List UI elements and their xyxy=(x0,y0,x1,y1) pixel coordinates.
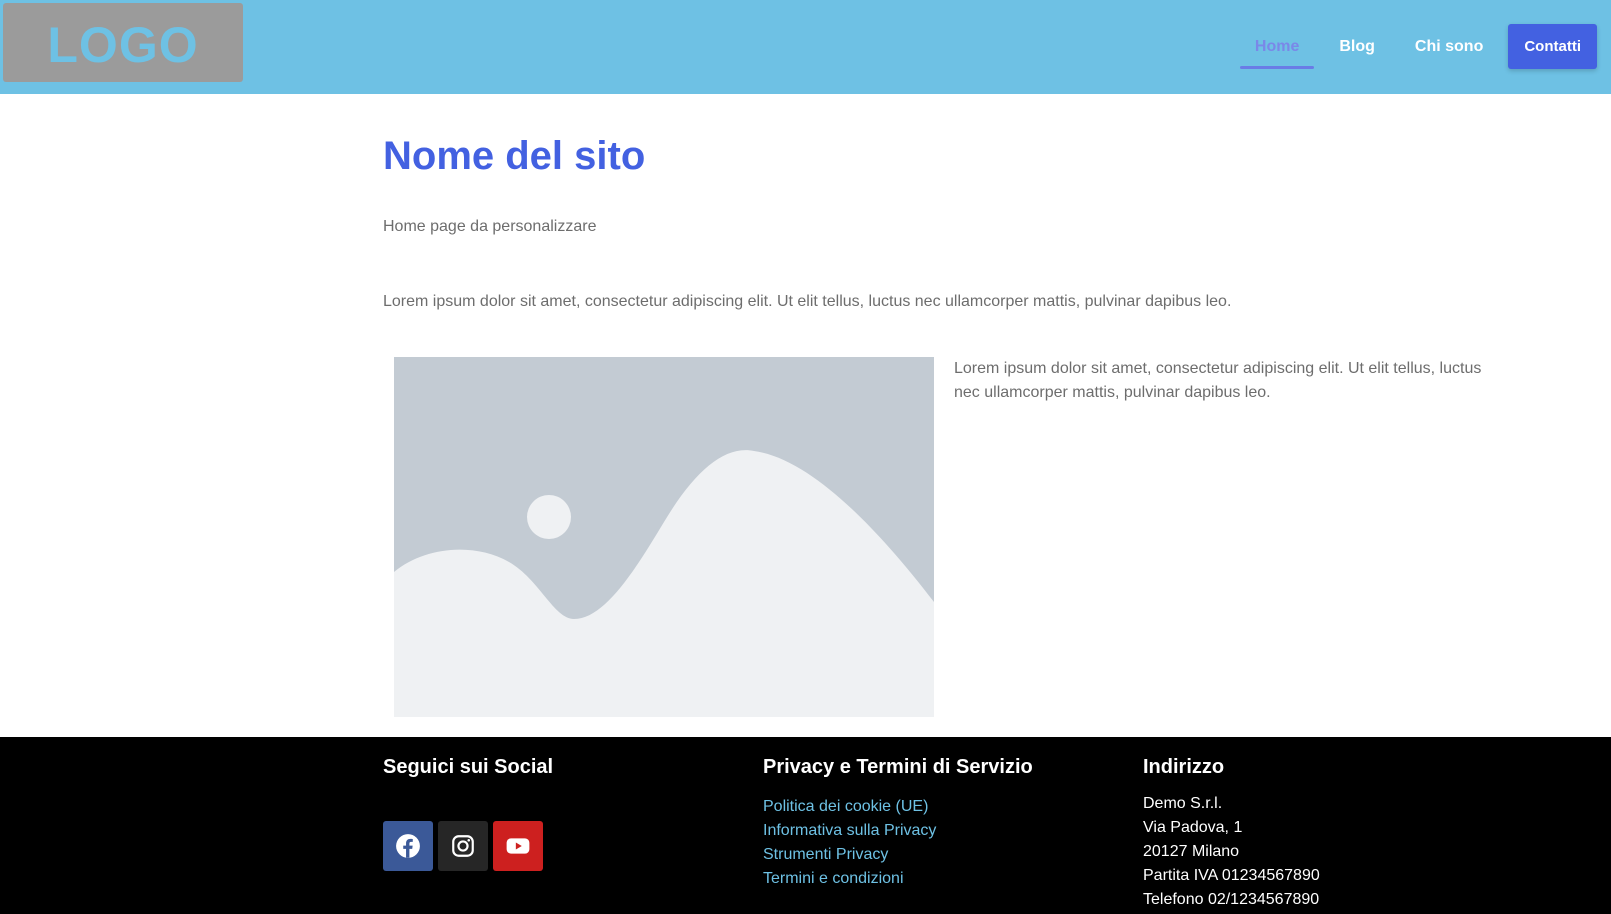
main-content: Nome del sito Home page da personalizzar… xyxy=(0,94,1611,737)
side-text: Lorem ipsum dolor sit amet, consectetur … xyxy=(954,360,1482,401)
address-street: Via Padova, 1 xyxy=(1143,819,1243,836)
youtube-icon xyxy=(506,838,530,854)
address-phone: Telefono 02/1234567890 xyxy=(1143,891,1320,908)
privacy-tools-link[interactable]: Strumenti Privacy xyxy=(763,843,1033,867)
address-city: 20127 Milano xyxy=(1143,843,1240,860)
site-header: LOGO Home Blog Chi sono Contatti xyxy=(0,0,1611,94)
facebook-button[interactable] xyxy=(383,821,433,871)
facebook-icon xyxy=(396,834,420,858)
terms-link[interactable]: Termini e condizioni xyxy=(763,867,1033,891)
site-logo[interactable]: LOGO xyxy=(3,3,243,82)
main-nav: Home Blog Chi sono Contatti xyxy=(1235,24,1597,69)
nav-item-blog[interactable]: Blog xyxy=(1319,24,1395,69)
logo-text: LOGO xyxy=(47,16,199,73)
footer-privacy: Privacy e Termini di Servizio Politica d… xyxy=(763,755,1033,891)
nav-item-chi-sono[interactable]: Chi sono xyxy=(1395,24,1503,69)
footer-address-title: Indirizzo xyxy=(1143,756,1225,778)
intro-text: Lorem ipsum dolor sit amet, consectetur … xyxy=(383,293,1232,310)
instagram-icon xyxy=(452,835,474,857)
address-vat: Partita IVA 01234567890 xyxy=(1143,867,1320,884)
address-lines: Demo S.r.l. Via Padova, 1 20127 Milano P… xyxy=(1143,792,1320,912)
page-title: Nome del sito xyxy=(383,134,646,178)
contatti-button[interactable]: Contatti xyxy=(1508,24,1597,69)
instagram-button[interactable] xyxy=(438,821,488,871)
social-icons xyxy=(383,821,553,871)
nav-item-home[interactable]: Home xyxy=(1235,24,1319,69)
footer-social-title: Seguici sui Social xyxy=(383,756,554,778)
footer-address: Indirizzo Demo S.r.l. Via Padova, 1 2012… xyxy=(1143,755,1320,912)
footer-social: Seguici sui Social xyxy=(383,755,553,871)
footer-privacy-title: Privacy e Termini di Servizio xyxy=(763,756,1033,778)
privacy-policy-link[interactable]: Informativa sulla Privacy xyxy=(763,819,1033,843)
page-subtitle: Home page da personalizzare xyxy=(383,218,597,235)
site-footer: Seguici sui Social Privacy e Termini di … xyxy=(0,737,1611,914)
address-company: Demo S.r.l. xyxy=(1143,795,1223,812)
youtube-button[interactable] xyxy=(493,821,543,871)
image-placeholder-icon xyxy=(394,357,934,717)
cookie-policy-link[interactable]: Politica dei cookie (UE) xyxy=(763,795,1033,819)
privacy-links: Politica dei cookie (UE) Informativa sul… xyxy=(763,795,1033,891)
